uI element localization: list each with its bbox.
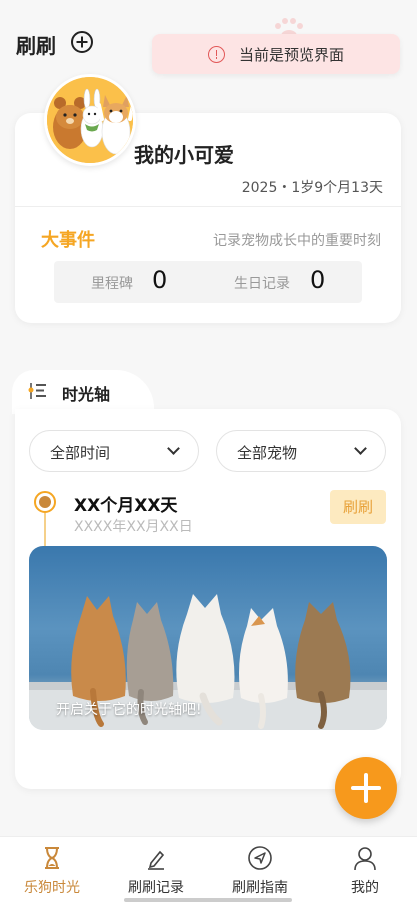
current-pet-name[interactable]: 刷刷: [16, 30, 56, 59]
birthday-count: 0: [310, 266, 326, 294]
tab-shua-shua-zhi-nan[interactable]: 刷刷指南: [208, 845, 312, 901]
events-subtitle: 记录宠物成长中的重要时刻: [213, 233, 381, 249]
birthday-label: 生日记录: [234, 276, 290, 292]
tab-label: 刷刷指南: [232, 880, 288, 896]
events-stats[interactable]: 里程碑 0 生日记录 0: [54, 261, 362, 303]
timeline-dot-inner: [39, 496, 51, 508]
milestone-label: 里程碑: [91, 276, 133, 292]
pet-avatar[interactable]: [44, 74, 136, 166]
preview-toast: 当前是预览界面: [152, 34, 400, 74]
bottom-tab-bar: 乐狗时光 刷刷记录 刷刷指南 我的: [0, 836, 417, 907]
add-record-button[interactable]: [335, 757, 397, 819]
tab-wo-de[interactable]: 我的: [313, 845, 417, 901]
pet-filter-select[interactable]: 全部宠物: [216, 430, 386, 472]
photo-caption: 开启关于它的时光轴吧!: [56, 702, 202, 718]
pet-age: 2025・1岁9个月13天: [241, 180, 383, 196]
milestone-count: 0: [152, 266, 168, 294]
time-filter-select[interactable]: 全部时间: [29, 430, 199, 472]
tab-le-gou-shi-guang[interactable]: 乐狗时光: [0, 845, 104, 901]
tab-label: 乐狗时光: [24, 880, 80, 896]
home-indicator: [124, 898, 292, 902]
person-icon: [352, 845, 378, 871]
chevron-down-icon: [167, 442, 180, 455]
hourglass-icon: [39, 845, 65, 871]
card-divider: [15, 206, 401, 207]
tab-label: 我的: [351, 880, 379, 896]
timeline-icon: [27, 382, 47, 400]
pet-filter-value: 全部宠物: [237, 444, 298, 462]
tab-shua-shua-ji-lu[interactable]: 刷刷记录: [104, 845, 208, 901]
add-pet-icon[interactable]: [71, 31, 93, 53]
compass-arrow-icon: [247, 845, 273, 871]
entry-date: XXXX年XX月XX日: [74, 519, 193, 535]
chevron-down-icon: [354, 442, 367, 455]
time-filter-value: 全部时间: [50, 444, 111, 462]
tab-label: 刷刷记录: [128, 880, 184, 896]
pet-name: 我的小可爱: [134, 143, 234, 167]
pen-icon: [143, 845, 169, 871]
entry-title: XX个月XX天: [74, 496, 178, 516]
entry-pet-badge[interactable]: 刷刷: [330, 490, 386, 524]
timeline-label: 时光轴: [62, 385, 111, 404]
alert-circle-icon: [208, 45, 225, 63]
events-title: 大事件: [41, 230, 95, 251]
toast-text: 当前是预览界面: [239, 45, 345, 64]
